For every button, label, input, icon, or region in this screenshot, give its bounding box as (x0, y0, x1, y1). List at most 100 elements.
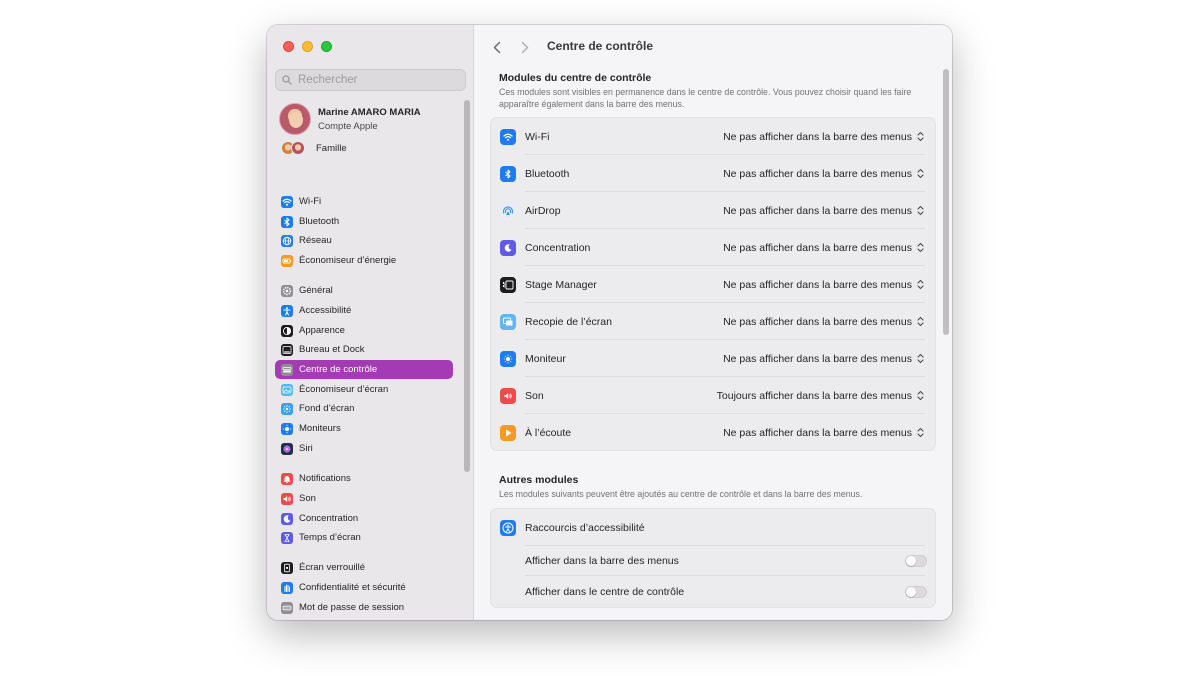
menu-bar-toggle[interactable] (905, 554, 927, 567)
main-pane: Centre de contrôle Modules du centre de … (474, 25, 952, 620)
module-label: Stage Manager (525, 278, 597, 291)
sidebar-item-speaker[interactable]: Son (275, 489, 453, 508)
module-row: AirDrop Ne pas afficher dans la barre des… (491, 192, 935, 229)
select-value: Ne pas afficher dans la barre des menus (723, 130, 912, 143)
stage-manager-icon (500, 276, 516, 293)
bluetooth-icon (500, 165, 516, 182)
toggle-label-menu-bar: Afficher dans la barre des menus (525, 554, 679, 567)
sidebar-item-label: Réseau (299, 235, 332, 246)
module-row: Concentration Ne pas afficher dans la bar… (491, 229, 935, 266)
sidebar-item-control-center[interactable]: Centre de contrôle (275, 360, 453, 379)
section-title-other: Autres modules (499, 474, 579, 486)
sidebar-item-wifi[interactable]: Wi-Fi (275, 192, 453, 211)
settings-window: Rechercher Marine AMARO MARIA Compte App… (267, 25, 952, 620)
module-row: Bluetooth Ne pas afficher dans la barre d… (491, 155, 935, 192)
up-down-chevron-icon (916, 241, 925, 254)
battery-icon (281, 254, 293, 267)
dock-icon (281, 343, 293, 356)
sidebar-item-lock-screen[interactable]: Écran verrouillé (275, 558, 453, 577)
toggle-row-control-center: Afficher dans le centre de contrôle (491, 576, 935, 607)
search-icon (282, 75, 292, 85)
chevron-left-icon (493, 41, 501, 53)
globe-icon (281, 234, 293, 247)
sidebar-item-globe[interactable]: Réseau (275, 231, 453, 250)
other-modules-card: Raccourcis d’accessibilité Afficher dans… (490, 508, 936, 608)
sidebar-item-dock[interactable]: Bureau et Dock (275, 340, 453, 359)
lock-screen-icon (281, 561, 293, 574)
now-playing-icon (500, 424, 516, 441)
sidebar-item-label: Mot de passe de session (299, 602, 405, 613)
menu-bar-visibility-select[interactable]: Ne pas afficher dans la barre des menus (723, 241, 925, 254)
bell-icon (281, 472, 293, 485)
gear-icon (281, 284, 293, 297)
menu-bar-visibility-select[interactable]: Toujours afficher dans la barre des menu… (717, 389, 925, 402)
siri-icon (281, 442, 293, 455)
window-controls (283, 41, 332, 52)
speaker-icon (500, 387, 516, 404)
menu-bar-visibility-select[interactable]: Ne pas afficher dans la barre des menus (723, 167, 925, 180)
module-label: Bluetooth (525, 167, 570, 180)
sidebar-item-hourglass[interactable]: Temps d’écran (275, 528, 453, 547)
section-description-other: Les modules suivants peuvent être ajouté… (499, 489, 863, 499)
apple-account[interactable]: Marine AMARO MARIA Compte Apple (279, 103, 421, 135)
select-value: Ne pas afficher dans la barre des menus (723, 278, 912, 291)
back-button[interactable] (490, 39, 504, 55)
search-input[interactable]: Rechercher (275, 69, 466, 91)
sidebar-item-screensaver[interactable]: Économiseur d’écran (275, 380, 453, 399)
sidebar-item-bluetooth[interactable]: Bluetooth (275, 212, 453, 231)
sidebar-item-label: Son (299, 493, 316, 504)
moon-icon (281, 512, 293, 525)
sidebar-item-display[interactable]: Moniteurs (275, 419, 453, 438)
select-value: Ne pas afficher dans la barre des menus (723, 241, 912, 254)
bluetooth-icon (281, 215, 293, 228)
hourglass-icon (281, 531, 293, 544)
sidebar-item-wallpaper[interactable]: Fond d’écran (275, 399, 453, 418)
sidebar-item-label: Économiseur d’énergie (299, 255, 397, 266)
module-row: Recopie de l’écran Ne pas afficher dans l… (491, 303, 935, 340)
sidebar-item-siri[interactable]: Siri (275, 439, 453, 458)
sidebar-item-accessibility[interactable]: Accessibilité (275, 301, 453, 320)
select-value: Ne pas afficher dans la barre des menus (723, 204, 912, 217)
menu-bar-visibility-select[interactable]: Ne pas afficher dans la barre des menus (723, 204, 925, 217)
sidebar-item-label: Écran verrouillé (299, 562, 365, 573)
sidebar-item-password[interactable]: Mot de passe de session (275, 598, 453, 617)
hand-icon (281, 581, 293, 594)
sidebar: Rechercher Marine AMARO MARIA Compte App… (267, 25, 474, 620)
sidebar-item-family[interactable]: Famille (281, 141, 347, 155)
sidebar-item-label: Accessibilité (299, 305, 352, 316)
sidebar-item-users[interactable]: Utilisateurs et groupes (275, 618, 453, 620)
menu-bar-visibility-select[interactable]: Ne pas afficher dans la barre des menus (723, 352, 925, 365)
minimize-window-button[interactable] (302, 41, 313, 52)
forward-button[interactable] (518, 39, 532, 55)
sidebar-item-hand[interactable]: Confidentialité et sécurité (275, 578, 453, 597)
airdrop-icon (500, 202, 516, 219)
menu-bar-visibility-select[interactable]: Ne pas afficher dans la barre des menus (723, 426, 925, 439)
modules-card: Wi-Fi Ne pas afficher dans la barre des m… (490, 117, 936, 451)
avatar (279, 103, 311, 135)
sidebar-item-label: Temps d’écran (299, 532, 361, 543)
module-label: Moniteur (525, 352, 566, 365)
appearance-icon (281, 324, 293, 337)
up-down-chevron-icon (916, 426, 925, 439)
module-row: Son Toujours afficher dans la barre des m… (491, 377, 935, 414)
menu-bar-visibility-select[interactable]: Ne pas afficher dans la barre des menus (723, 278, 925, 291)
main-scrollbar[interactable] (943, 69, 949, 335)
up-down-chevron-icon (916, 352, 925, 365)
sidebar-item-gear[interactable]: Général (275, 281, 453, 300)
menu-bar-visibility-select[interactable]: Ne pas afficher dans la barre des menus (723, 315, 925, 328)
menu-bar-visibility-select[interactable]: Ne pas afficher dans la barre des menus (723, 130, 925, 143)
select-value: Toujours afficher dans la barre des menu… (716, 389, 912, 402)
sidebar-item-appearance[interactable]: Apparence (275, 321, 453, 340)
sidebar-item-moon[interactable]: Concentration (275, 509, 453, 528)
family-avatars (281, 141, 309, 155)
sidebar-item-bell[interactable]: Notifications (275, 469, 453, 488)
control-center-toggle[interactable] (905, 585, 927, 598)
module-label: Recopie de l’écran (525, 315, 612, 328)
module-label: Wi-Fi (525, 130, 550, 143)
screensaver-icon (281, 383, 293, 396)
zoom-window-button[interactable] (321, 41, 332, 52)
sidebar-scrollbar[interactable] (464, 100, 470, 472)
sidebar-item-battery[interactable]: Économiseur d’énergie (275, 251, 453, 270)
section-description-modules: Ces modules sont visibles en permanence … (499, 87, 912, 109)
close-window-button[interactable] (283, 41, 294, 52)
